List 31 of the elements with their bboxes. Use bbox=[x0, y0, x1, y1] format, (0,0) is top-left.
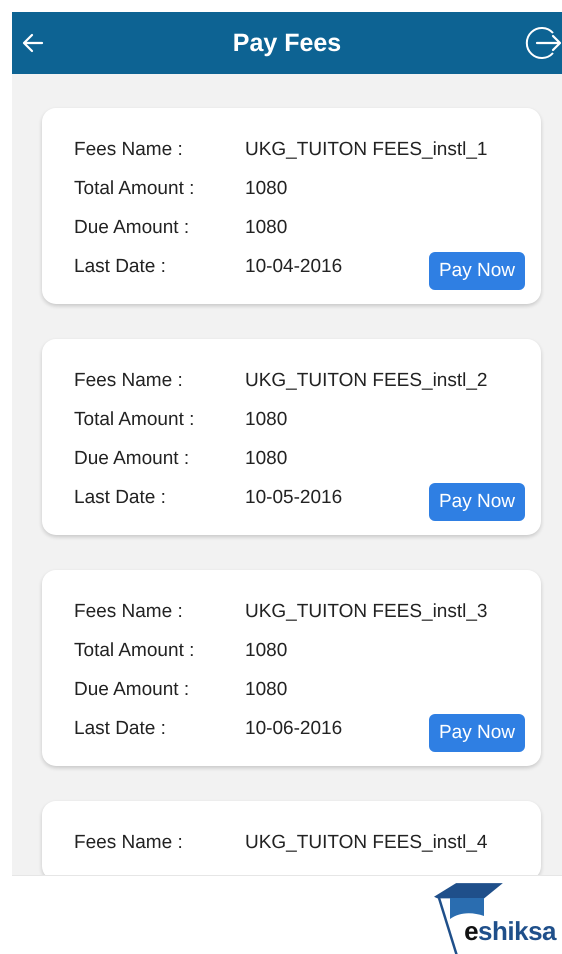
field-label: Total Amount : bbox=[74, 639, 196, 662]
field-value: 1080 bbox=[245, 678, 288, 701]
field-label: Fees Name : bbox=[74, 831, 184, 854]
field-label: Total Amount : bbox=[74, 177, 196, 200]
brand-logo-text: eshiksa bbox=[464, 916, 556, 947]
field-label: Due Amount : bbox=[74, 216, 190, 239]
field-label: Due Amount : bbox=[74, 447, 190, 470]
field-label: Total Amount : bbox=[74, 408, 196, 431]
screen-title: Pay Fees bbox=[232, 28, 342, 58]
field-value: UKG_TUITON FEES_instl_3 bbox=[245, 600, 488, 623]
field-label: Fees Name : bbox=[74, 600, 184, 623]
field-value: 1080 bbox=[245, 447, 288, 470]
field-label: Last Date : bbox=[74, 486, 167, 509]
field-value: UKG_TUITON FEES_instl_2 bbox=[245, 369, 488, 392]
pay-now-button[interactable]: Pay Now bbox=[428, 714, 525, 752]
field-value: 1080 bbox=[245, 408, 288, 431]
field-label: Due Amount : bbox=[74, 678, 190, 701]
pay-now-button[interactable]: Pay Now bbox=[428, 483, 525, 521]
field-value: 10-04-2016 bbox=[245, 255, 342, 278]
pay-now-button[interactable]: Pay Now bbox=[428, 252, 525, 290]
field-value: 1080 bbox=[245, 639, 288, 662]
field-value: 1080 bbox=[245, 216, 288, 239]
field-value: 10-06-2016 bbox=[245, 717, 342, 740]
field-value: UKG_TUITON FEES_instl_1 bbox=[245, 138, 488, 161]
field-value: 10-05-2016 bbox=[245, 486, 342, 509]
field-label: Last Date : bbox=[74, 255, 167, 278]
field-value: 1080 bbox=[245, 177, 288, 200]
field-value: UKG_TUITON FEES_instl_4 bbox=[245, 831, 488, 854]
field-label: Fees Name : bbox=[74, 369, 184, 392]
field-label: Last Date : bbox=[74, 717, 167, 740]
field-label: Fees Name : bbox=[74, 138, 184, 161]
